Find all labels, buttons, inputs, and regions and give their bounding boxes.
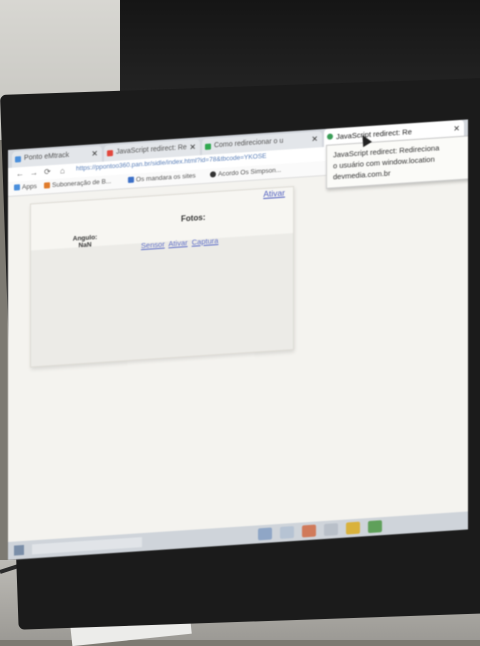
taskbar-search[interactable] <box>32 537 142 555</box>
taskbar-app-icon[interactable] <box>258 527 272 541</box>
close-icon[interactable]: ✕ <box>311 131 318 147</box>
bookmark-favicon-icon <box>44 182 50 189</box>
close-icon[interactable]: ✕ <box>91 146 98 162</box>
tab-favicon-icon <box>327 133 333 140</box>
bookmark-apps[interactable]: Apps <box>14 183 37 192</box>
forward-icon[interactable]: → <box>30 168 38 178</box>
camera-panel: Ativar Fotos: Angulo: NaN Sensor Ativar … <box>30 186 294 368</box>
taskbar-app-icon[interactable] <box>368 520 382 534</box>
taskbar-app-icon[interactable] <box>302 524 316 538</box>
tab-label: JavaScript redirect: Re <box>116 144 187 156</box>
bookmark-2[interactable]: Suboneração de B... <box>44 178 111 189</box>
bookmark-label: Apps <box>22 183 37 192</box>
taskbar-app-icon[interactable] <box>324 523 338 537</box>
angulo-label: Angulo: NaN <box>65 234 105 251</box>
bookmark-4[interactable]: Acordo Os Simpson... <box>210 167 281 179</box>
bookmark-favicon-icon <box>210 171 216 178</box>
tab-tooltip: JavaScript redirect: Redireciona o usuár… <box>326 134 468 189</box>
ativar-captura-link[interactable]: Ativar <box>168 238 187 248</box>
captura-link[interactable]: Captura <box>192 236 219 247</box>
bookmark-favicon-icon <box>128 176 134 184</box>
taskbar-app-icon[interactable] <box>346 521 360 535</box>
angulo-value: NaN <box>78 241 92 250</box>
tab-favicon-icon <box>15 156 21 163</box>
bookmark-label: Os mandara os sites <box>136 172 196 184</box>
sensor-link[interactable]: Sensor <box>141 240 165 251</box>
apps-icon <box>14 184 20 191</box>
screen: Ponto eMtrack ✕ JavaScript redirect: Re … <box>8 119 468 560</box>
page-content: Ativar Fotos: Angulo: NaN Sensor Ativar … <box>8 166 468 560</box>
reload-icon[interactable]: ⟳ <box>44 167 51 176</box>
close-icon[interactable]: ✕ <box>189 140 196 156</box>
home-icon[interactable]: ⌂ <box>60 166 65 175</box>
monitor: Ponto eMtrack ✕ JavaScript redirect: Re … <box>0 0 480 640</box>
bookmark-label: Suboneração de B... <box>52 178 112 190</box>
bookmark-label: Acordo Os Simpson... <box>218 166 282 179</box>
start-icon[interactable] <box>14 544 24 556</box>
tab-label: Ponto eMtrack <box>24 151 70 162</box>
back-icon[interactable]: ← <box>16 169 24 179</box>
tab-favicon-icon <box>107 150 113 157</box>
ativar-link[interactable]: Ativar <box>263 188 285 199</box>
tab-label: Como redirecionar o u <box>214 137 284 150</box>
tab-favicon-icon <box>205 143 211 150</box>
bookmark-3[interactable]: Os mandara os sites <box>128 173 196 184</box>
fotos-label: Fotos: <box>181 212 206 224</box>
taskbar-app-icon[interactable] <box>280 526 294 539</box>
